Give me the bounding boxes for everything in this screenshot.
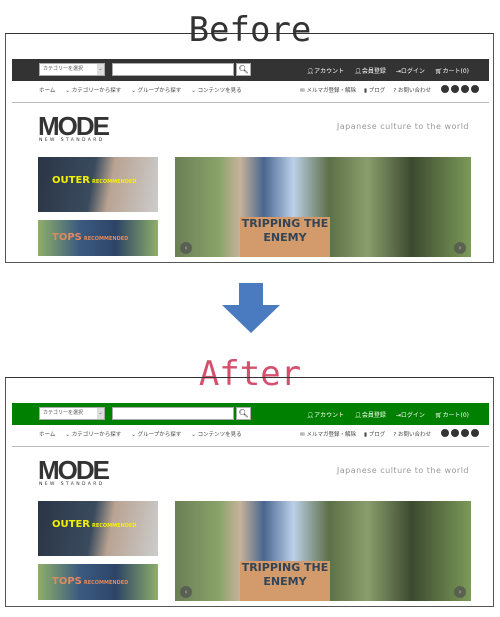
register-link[interactable]: 👤︎会員登録	[354, 66, 386, 75]
blog-link[interactable]: ▮ ブログ	[364, 430, 385, 438]
google-plus-icon[interactable]	[461, 429, 469, 437]
divider	[12, 446, 489, 447]
facebook-icon[interactable]	[451, 85, 459, 93]
nav-home[interactable]: ホーム	[39, 430, 55, 438]
newsletter-link[interactable]: ✉ メルマガ登録・解除	[300, 86, 356, 94]
slider-next-button[interactable]: ›	[454, 586, 466, 598]
cart-link[interactable]: 🛒︎カート(0)	[435, 66, 469, 75]
blog-link[interactable]: ▮ ブログ	[364, 86, 385, 94]
logo-subtitle: NEW STANDARD	[39, 138, 105, 143]
nav-group[interactable]: ⌄ グループから探す	[131, 86, 181, 94]
pinterest-icon[interactable]	[471, 85, 479, 93]
google-plus-icon[interactable]	[461, 85, 469, 93]
slider-prev-button[interactable]: ‹	[180, 242, 192, 254]
outer-banner[interactable]: OUTER RECOMMENDED	[38, 157, 158, 212]
account-link[interactable]: 👤︎アカウント	[307, 410, 345, 419]
nav-bar: ホーム ⌄ カテゴリーから探す ⌄ グループから探す ⌄ コンテンツを見る ✉ …	[39, 85, 479, 95]
chevron-down-icon: ⌄	[97, 408, 104, 419]
header-bar: カテゴリーを選択 ⌄ 🔍︎ 👤︎アカウント 👤︎会員登録 ⇥ログイン 🛒︎カート(…	[12, 403, 489, 425]
logo[interactable]: MODE	[38, 457, 110, 483]
login-link[interactable]: ⇥ログイン	[396, 410, 425, 419]
search-button[interactable]: 🔍︎	[236, 63, 251, 76]
logo-subtitle: NEW STANDARD	[39, 482, 105, 487]
slider-next-button[interactable]: ›	[454, 242, 466, 254]
nav-contents[interactable]: ⌄ コンテンツを見る	[191, 86, 241, 94]
chevron-down-icon: ⌄	[97, 64, 104, 75]
nav-bar: ホーム ⌄ カテゴリーから探す ⌄ グループから探す ⌄ コンテンツを見る ✉ …	[39, 429, 479, 439]
outer-banner[interactable]: OUTER RECOMMENDED	[38, 501, 158, 556]
nav-contents[interactable]: ⌄ コンテンツを見る	[191, 430, 241, 438]
twitter-icon[interactable]	[441, 85, 449, 93]
nav-group[interactable]: ⌄ グループから探す	[131, 430, 181, 438]
hero-slider[interactable]: TRIPPING THE ENEMY ‹ ›	[175, 157, 471, 257]
contact-link[interactable]: ? お問い合わせ	[393, 430, 431, 438]
header-bar: カテゴリーを選択 ⌄ 🔍︎ 👤︎アカウント 👤︎会員登録 ⇥ログイン 🛒︎カート(…	[12, 59, 489, 81]
search-button[interactable]: 🔍︎	[236, 407, 251, 420]
search-input[interactable]	[112, 63, 234, 76]
nav-category[interactable]: ⌄ カテゴリーから探す	[65, 430, 121, 438]
category-select[interactable]: カテゴリーを選択 ⌄	[39, 63, 105, 76]
newsletter-link[interactable]: ✉ メルマガ登録・解除	[300, 430, 356, 438]
slide-text: TRIPPING THE ENEMY	[240, 217, 330, 257]
contact-link[interactable]: ? お問い合わせ	[393, 86, 431, 94]
search-icon: 🔍︎	[238, 65, 249, 74]
hero-slider[interactable]: TRIPPING THE ENEMY ‹ ›	[175, 501, 471, 601]
divider	[12, 102, 489, 103]
cart-link[interactable]: 🛒︎カート(0)	[435, 410, 469, 419]
pinterest-icon[interactable]	[471, 429, 479, 437]
nav-category[interactable]: ⌄ カテゴリーから探す	[65, 86, 121, 94]
logo[interactable]: MODE	[38, 113, 110, 139]
twitter-icon[interactable]	[441, 429, 449, 437]
after-panel: カテゴリーを選択 ⌄ 🔍︎ 👤︎アカウント 👤︎会員登録 ⇥ログイン 🛒︎カート(…	[5, 377, 494, 607]
down-arrow-icon	[222, 283, 280, 333]
tops-banner[interactable]: TOPS RECOMMENDED	[38, 220, 158, 256]
account-link[interactable]: 👤︎アカウント	[307, 66, 345, 75]
tagline: Japanese culture to the world	[336, 466, 469, 475]
tagline: Japanese culture to the world	[336, 122, 469, 131]
login-link[interactable]: ⇥ログイン	[396, 66, 425, 75]
search-input[interactable]	[112, 407, 234, 420]
before-panel: カテゴリーを選択 ⌄ 🔍︎ 👤︎アカウント 👤︎会員登録 ⇥ログイン 🛒︎カート(…	[5, 33, 494, 263]
register-link[interactable]: 👤︎会員登録	[354, 410, 386, 419]
nav-home[interactable]: ホーム	[39, 86, 55, 94]
slide-text: TRIPPING THE ENEMY	[240, 561, 330, 601]
slider-prev-button[interactable]: ‹	[180, 586, 192, 598]
category-select[interactable]: カテゴリーを選択 ⌄	[39, 407, 105, 420]
facebook-icon[interactable]	[451, 429, 459, 437]
tops-banner[interactable]: TOPS RECOMMENDED	[38, 564, 158, 600]
search-icon: 🔍︎	[238, 409, 249, 418]
